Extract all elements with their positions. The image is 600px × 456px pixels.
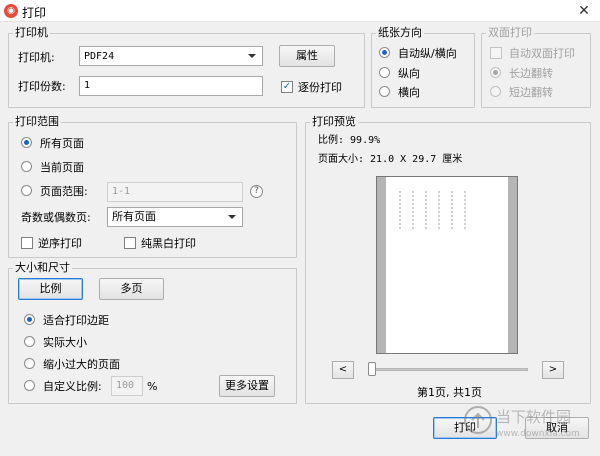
actual-size-radio[interactable]: [24, 336, 35, 347]
actual-size-label: 实际大小: [43, 336, 87, 349]
reverse-label: 逆序打印: [38, 237, 82, 250]
orientation-auto-radio[interactable]: [379, 47, 390, 58]
range-pages-radio[interactable]: [21, 185, 32, 196]
print-range-group-title: 打印范围: [13, 115, 61, 128]
grayscale-checkbox[interactable]: [124, 237, 136, 249]
preview-page-size-text: 页面大小: 21.0 X 29.7 厘米: [318, 154, 463, 165]
fit-margins-radio[interactable]: [24, 314, 35, 325]
more-settings-button[interactable]: 更多设置: [219, 375, 275, 397]
printer-select[interactable]: PDF24: [79, 46, 263, 66]
svg-text:www.downxia.com: www.downxia.com: [496, 429, 580, 439]
custom-scale-input[interactable]: 100: [111, 376, 143, 396]
orientation-landscape-label: 横向: [398, 86, 420, 99]
range-current-label: 当前页面: [40, 161, 84, 174]
printer-group-title: 打印机: [13, 26, 50, 39]
orientation-group-title: 纸张方向: [376, 26, 424, 39]
page-preview: [376, 176, 518, 354]
preview-text-line: [451, 191, 453, 229]
close-icon[interactable]: ✕: [572, 1, 596, 21]
odd-even-select[interactable]: 所有页面: [107, 207, 243, 227]
preview-scale-text: 比例: 99.9%: [318, 135, 381, 146]
fit-margins-label: 适合打印边距: [43, 314, 109, 327]
range-all-label: 所有页面: [40, 137, 84, 150]
shrink-large-label: 缩小过大的页面: [43, 358, 120, 371]
svg-text:当下软件园: 当下软件园: [496, 408, 571, 426]
custom-scale-label: 自定义比例:: [43, 380, 102, 393]
page-indicator: 第1页, 共1页: [417, 386, 482, 399]
range-pages-label: 页面范围:: [40, 185, 88, 198]
orientation-landscape-radio[interactable]: [379, 86, 390, 97]
chevron-down-icon: [228, 215, 236, 219]
collate-label: 逐份打印: [298, 81, 342, 94]
orientation-auto-label: 自动纵/横向: [398, 47, 457, 60]
preview-text-line: [412, 191, 414, 229]
copies-input[interactable]: 1: [79, 76, 263, 96]
range-all-radio[interactable]: [21, 137, 32, 148]
next-page-button[interactable]: >: [542, 361, 564, 379]
preview-text-line: [438, 191, 440, 229]
previous-page-button[interactable]: <: [332, 361, 354, 379]
duplex-long-edge-label: 长边翻转: [509, 67, 553, 80]
duplex-auto-checkbox[interactable]: [490, 47, 502, 59]
duplex-auto-label: 自动双面打印: [509, 47, 575, 60]
preview-text-line: [399, 191, 401, 229]
custom-scale-radio[interactable]: [24, 380, 35, 391]
properties-button[interactable]: 属性: [279, 45, 335, 67]
duplex-short-edge-label: 短边翻转: [509, 86, 553, 99]
odd-even-select-value: 所有页面: [112, 210, 156, 223]
printer-label: 打印机:: [18, 51, 55, 64]
preview-text-line: [425, 191, 427, 229]
orientation-portrait-label: 纵向: [398, 67, 420, 80]
grayscale-label: 纯黑白打印: [141, 237, 196, 250]
reverse-checkbox[interactable]: [21, 237, 33, 249]
page-range-input[interactable]: 1-1: [107, 182, 243, 202]
duplex-short-edge-radio[interactable]: [490, 86, 501, 97]
duplex-long-edge-radio[interactable]: [490, 67, 501, 78]
percent-label: %: [147, 380, 158, 393]
page-slider-thumb[interactable]: [368, 362, 376, 376]
shrink-large-radio[interactable]: [24, 358, 35, 369]
chevron-down-icon: [248, 54, 256, 58]
preview-text-line: [464, 191, 466, 229]
duplex-group-title: 双面打印: [486, 26, 534, 39]
help-icon[interactable]: ?: [250, 185, 263, 198]
copies-label: 打印份数:: [18, 80, 66, 93]
odd-even-label: 奇数或偶数页:: [21, 211, 91, 224]
title-bar: ◉ 打印 ✕: [0, 0, 600, 22]
page-slider-track[interactable]: [370, 368, 528, 371]
multipage-tab-button[interactable]: 多页: [99, 278, 164, 300]
preview-right-margin: [508, 177, 517, 353]
scale-tab-button[interactable]: 比例: [18, 278, 83, 300]
collate-checkbox[interactable]: ✓: [281, 81, 293, 93]
orientation-portrait-radio[interactable]: [379, 67, 390, 78]
range-current-radio[interactable]: [21, 161, 32, 172]
printer-select-value: PDF24: [84, 51, 115, 62]
size-group-title: 大小和尺寸: [13, 261, 72, 274]
watermark-logo: 当下软件园 www.downxia.com: [464, 406, 580, 439]
window-title: 打印: [22, 6, 47, 20]
preview-left-margin: [377, 177, 386, 353]
preview-group-title: 打印预览: [310, 115, 358, 128]
app-logo-icon: ◉: [4, 4, 18, 18]
